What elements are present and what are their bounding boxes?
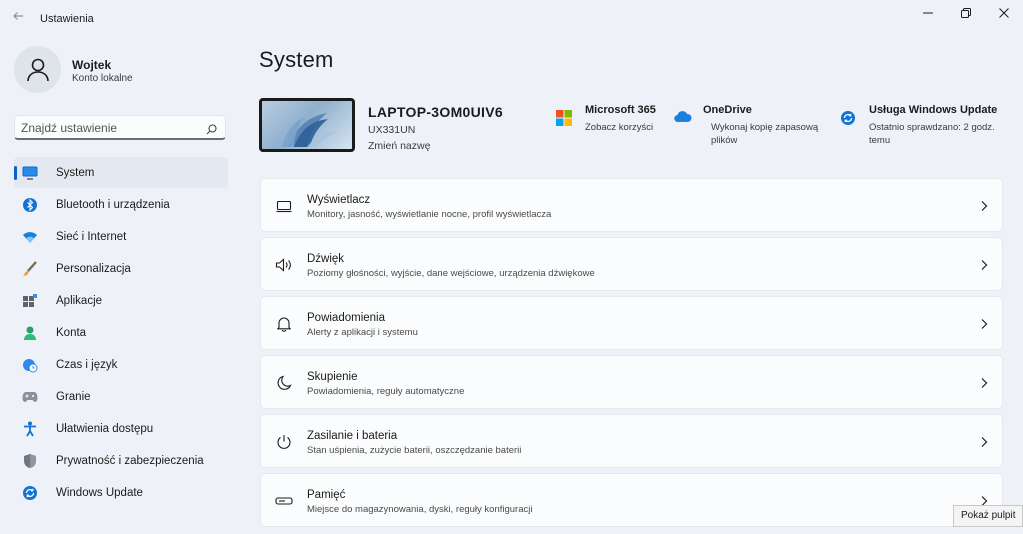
chevron-right-icon	[980, 435, 988, 453]
display-icon	[275, 197, 293, 215]
card-title: Skupienie	[307, 371, 358, 383]
sidebar-item-time-language[interactable]: Czas i język	[14, 349, 228, 380]
restore-icon	[961, 8, 971, 18]
service-subtitle: Ostatnio sprawdzano: 2 godz. temu	[869, 122, 995, 146]
restore-button[interactable]	[948, 4, 984, 22]
sidebar-item-label: Sieć i Internet	[56, 230, 127, 243]
sidebar-item-apps[interactable]: Aplikacje	[14, 285, 228, 316]
brush-icon	[22, 260, 38, 277]
card-title: Zasilanie i bateria	[307, 430, 398, 442]
rename-device-link[interactable]: Zmień nazwę	[368, 140, 430, 152]
settings-list: Wyświetlacz Monitory, jasność, wyświetla…	[260, 178, 1003, 532]
settings-card-notifications[interactable]: Powiadomienia Alerty z aplikacji i syste…	[260, 296, 1003, 350]
device-name: LAPTOP-3OM0UIV6	[368, 104, 503, 120]
card-subtitle: Miejsce do magazynowania, dyski, reguły …	[307, 504, 533, 515]
sidebar-item-label: Aplikacje	[56, 294, 103, 307]
sidebar-item-network[interactable]: Sieć i Internet	[14, 221, 228, 252]
service-subtitle: Wykonaj kopię zapasową plików	[711, 122, 819, 146]
sidebar-item-label: Bluetooth i urządzenia	[56, 198, 170, 211]
card-title: Pamięć	[307, 489, 346, 501]
settings-card-power-battery[interactable]: Zasilanie i bateria Stan uśpienia, zużyc…	[260, 414, 1003, 468]
close-icon	[999, 8, 1009, 18]
card-title: Wyświetlacz	[307, 194, 371, 206]
sidebar-item-windows-update[interactable]: Windows Update	[14, 477, 228, 508]
card-subtitle: Stan uśpienia, zużycie baterii, oszczędz…	[307, 445, 522, 456]
person-icon	[22, 325, 38, 341]
card-subtitle: Monitory, jasność, wyświetlanie nocne, p…	[307, 209, 552, 220]
page-title: System	[259, 47, 334, 72]
sidebar-item-label: Ułatwienia dostępu	[56, 422, 154, 435]
speaker-icon	[275, 256, 293, 274]
sidebar-item-accessibility[interactable]: Ułatwienia dostępu	[14, 413, 228, 444]
sidebar-item-label: Personalizacja	[56, 262, 131, 275]
settings-card-storage[interactable]: Pamięć Miejsce do magazynowania, dyski, …	[260, 473, 1003, 527]
sidebar-item-accounts[interactable]: Konta	[14, 317, 228, 348]
service-title: Microsoft 365	[585, 104, 656, 116]
sidebar-item-label: Czas i język	[56, 358, 118, 371]
user-profile[interactable]: Wojtek Konto lokalne	[14, 46, 234, 94]
service-subtitle: Zobacz korzyści	[585, 122, 654, 133]
person-icon	[26, 58, 49, 81]
avatar	[14, 46, 61, 93]
settings-card-display[interactable]: Wyświetlacz Monitory, jasność, wyświetla…	[260, 178, 1003, 232]
card-subtitle: Poziomy głośności, wyjście, dane wejścio…	[307, 268, 595, 279]
device-model: UX331UN	[368, 124, 416, 136]
cloud-icon	[674, 110, 692, 126]
search-box[interactable]	[14, 115, 226, 140]
chevron-right-icon	[980, 258, 988, 276]
title-bar: Ustawienia	[0, 0, 1023, 36]
card-title: Dźwięk	[307, 253, 345, 265]
service-title: Usługa Windows Update	[869, 104, 998, 116]
accessibility-icon	[22, 421, 38, 437]
sidebar-item-label: Konta	[56, 326, 87, 339]
power-icon	[275, 433, 293, 451]
search-icon[interactable]	[206, 122, 217, 140]
back-arrow-icon[interactable]	[10, 10, 26, 26]
apps-icon	[22, 293, 38, 309]
settings-card-focus[interactable]: Skupienie Powiadomienia, reguły automaty…	[260, 355, 1003, 409]
bluetooth-icon	[22, 197, 38, 213]
device-wallpaper-thumbnail	[259, 98, 355, 152]
chevron-right-icon	[980, 376, 988, 394]
bloom-wallpaper-icon	[282, 113, 339, 147]
minimize-button[interactable]	[910, 4, 946, 22]
sidebar-nav: System Bluetooth i urządzenia Sieć i Int…	[14, 157, 228, 509]
card-title: Powiadomienia	[307, 312, 385, 324]
sidebar-item-privacy[interactable]: Prywatność i zabezpieczenia	[14, 445, 228, 476]
gamepad-icon	[22, 389, 38, 405]
account-type: Konto lokalne	[72, 73, 133, 84]
sidebar-item-label: Prywatność i zabezpieczenia	[56, 454, 204, 467]
user-name: Wojtek	[72, 58, 112, 72]
window-title: Ustawienia	[40, 13, 94, 25]
sidebar-item-label: Windows Update	[56, 486, 143, 499]
card-subtitle: Powiadomienia, reguły automatyczne	[307, 386, 465, 397]
card-subtitle: Alerty z aplikacji i systemu	[307, 327, 418, 338]
sidebar-item-gaming[interactable]: Granie	[14, 381, 228, 412]
chevron-right-icon	[980, 199, 988, 217]
sidebar-item-personalization[interactable]: Personalizacja	[14, 253, 228, 284]
minimize-icon	[923, 12, 933, 14]
sidebar-item-label: Granie	[56, 390, 91, 403]
update-icon	[840, 110, 856, 126]
monitor-icon	[22, 165, 38, 181]
shield-icon	[22, 453, 38, 469]
moon-icon	[275, 374, 293, 392]
show-desktop-tooltip: Pokaż pulpit	[953, 505, 1023, 527]
chevron-right-icon	[980, 317, 988, 335]
storage-icon	[275, 492, 293, 510]
sidebar-item-bluetooth[interactable]: Bluetooth i urządzenia	[14, 189, 228, 220]
sidebar-item-label: System	[56, 166, 95, 179]
sidebar-item-system[interactable]: System	[14, 157, 228, 188]
wifi-icon	[22, 229, 38, 245]
settings-card-sound[interactable]: Dźwięk Poziomy głośności, wyjście, dane …	[260, 237, 1003, 291]
close-button[interactable]	[986, 4, 1022, 22]
update-icon	[22, 485, 38, 501]
bell-icon	[275, 315, 293, 333]
search-input[interactable]	[21, 119, 201, 136]
globe-clock-icon	[22, 357, 38, 373]
service-title: OneDrive	[703, 104, 752, 116]
microsoft-logo-icon	[556, 110, 572, 126]
